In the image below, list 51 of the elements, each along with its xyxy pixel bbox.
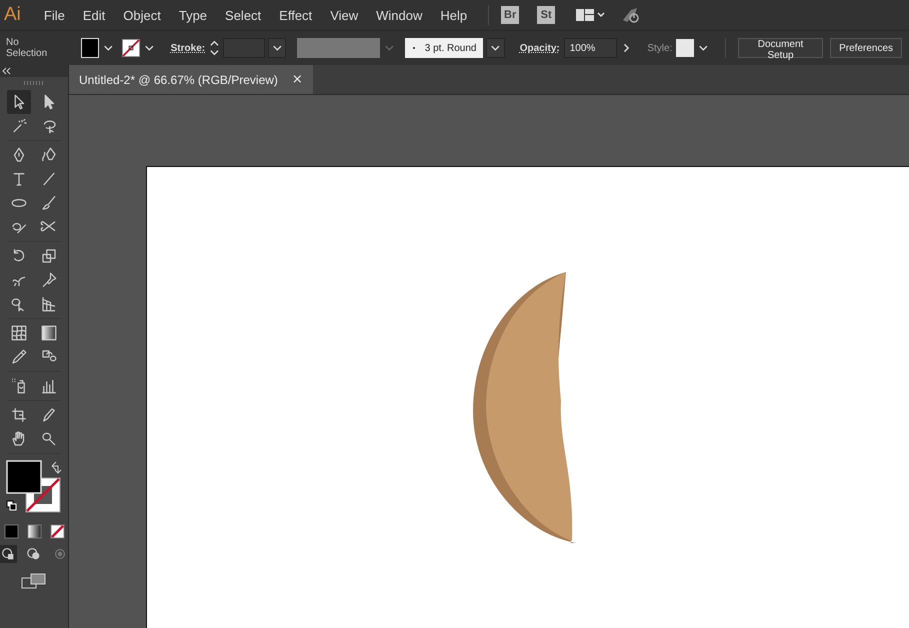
- caret-icon[interactable]: [268, 38, 286, 58]
- fill-stroke-swatches-icon[interactable]: [6, 460, 62, 514]
- curve-pen-icon: [40, 146, 58, 164]
- menu-item[interactable]: Effect: [270, 8, 322, 22]
- control-bar-button[interactable]: Document Setup: [738, 38, 824, 58]
- grip-icon[interactable]: [24, 81, 44, 85]
- brush-icon: [40, 194, 58, 212]
- collapse-icon[interactable]: [2, 67, 12, 75]
- caret-icon[interactable]: [486, 38, 505, 58]
- zoom-icon: [40, 430, 58, 448]
- scale-icon: [40, 247, 58, 265]
- stroke-none-swatch[interactable]: [122, 38, 140, 58]
- none-mode-icon[interactable]: [50, 524, 64, 539]
- pin-icon: [40, 271, 58, 289]
- eyedropper-icon: [10, 348, 28, 366]
- opacity-label[interactable]: Opacity:: [520, 42, 560, 54]
- menu-item[interactable]: Help: [431, 8, 476, 22]
- style-label: Style:: [647, 42, 672, 54]
- control-bar-button[interactable]: Preferences: [830, 38, 902, 58]
- menu-item[interactable]: Object: [114, 8, 170, 22]
- stroke-label[interactable]: Stroke:: [170, 42, 206, 54]
- spray-can-icon: [10, 377, 28, 395]
- stepper-arrows-icon[interactable]: [209, 38, 220, 58]
- document-tab[interactable]: Untitled-2* @ 66.67% (RGB/Preview) ×: [69, 65, 313, 94]
- gradient-icon: [40, 324, 58, 342]
- draw-normal-icon[interactable]: [0, 545, 17, 563]
- color-mode-icon[interactable]: [4, 524, 18, 539]
- tool-button[interactable]: [7, 90, 31, 114]
- close-tab-button[interactable]: ×: [292, 72, 303, 87]
- opacity-field[interactable]: 100%: [564, 38, 617, 58]
- menu-item[interactable]: Type: [170, 8, 216, 22]
- style-swatch[interactable]: [676, 39, 694, 57]
- bar-chart-icon: [40, 377, 58, 395]
- menu-item[interactable]: Window: [367, 8, 432, 22]
- artboard-icon: [10, 406, 28, 424]
- app-badge-button[interactable]: Br: [501, 6, 520, 24]
- selection-status: No Selection: [6, 37, 48, 59]
- menu-item[interactable]: Edit: [74, 8, 114, 22]
- rocket-power-icon[interactable]: [621, 6, 642, 24]
- mesh-icon: [10, 324, 28, 342]
- menu-item[interactable]: File: [34, 8, 74, 22]
- app-badge-button[interactable]: St: [537, 6, 556, 24]
- app-logo: Ai: [4, 4, 21, 26]
- fill-swatch[interactable]: [81, 38, 100, 58]
- menu-item[interactable]: Select: [216, 8, 270, 22]
- brush-dropdown[interactable]: 3 pt. Round: [404, 38, 484, 58]
- perspective-grid-icon: [40, 295, 58, 313]
- document-title: Untitled-2* @ 66.67% (RGB/Preview): [79, 72, 278, 86]
- screen-mode-icon[interactable]: [21, 573, 47, 589]
- menu-item[interactable]: View: [321, 8, 368, 22]
- gradient-mode-icon[interactable]: [26, 524, 42, 539]
